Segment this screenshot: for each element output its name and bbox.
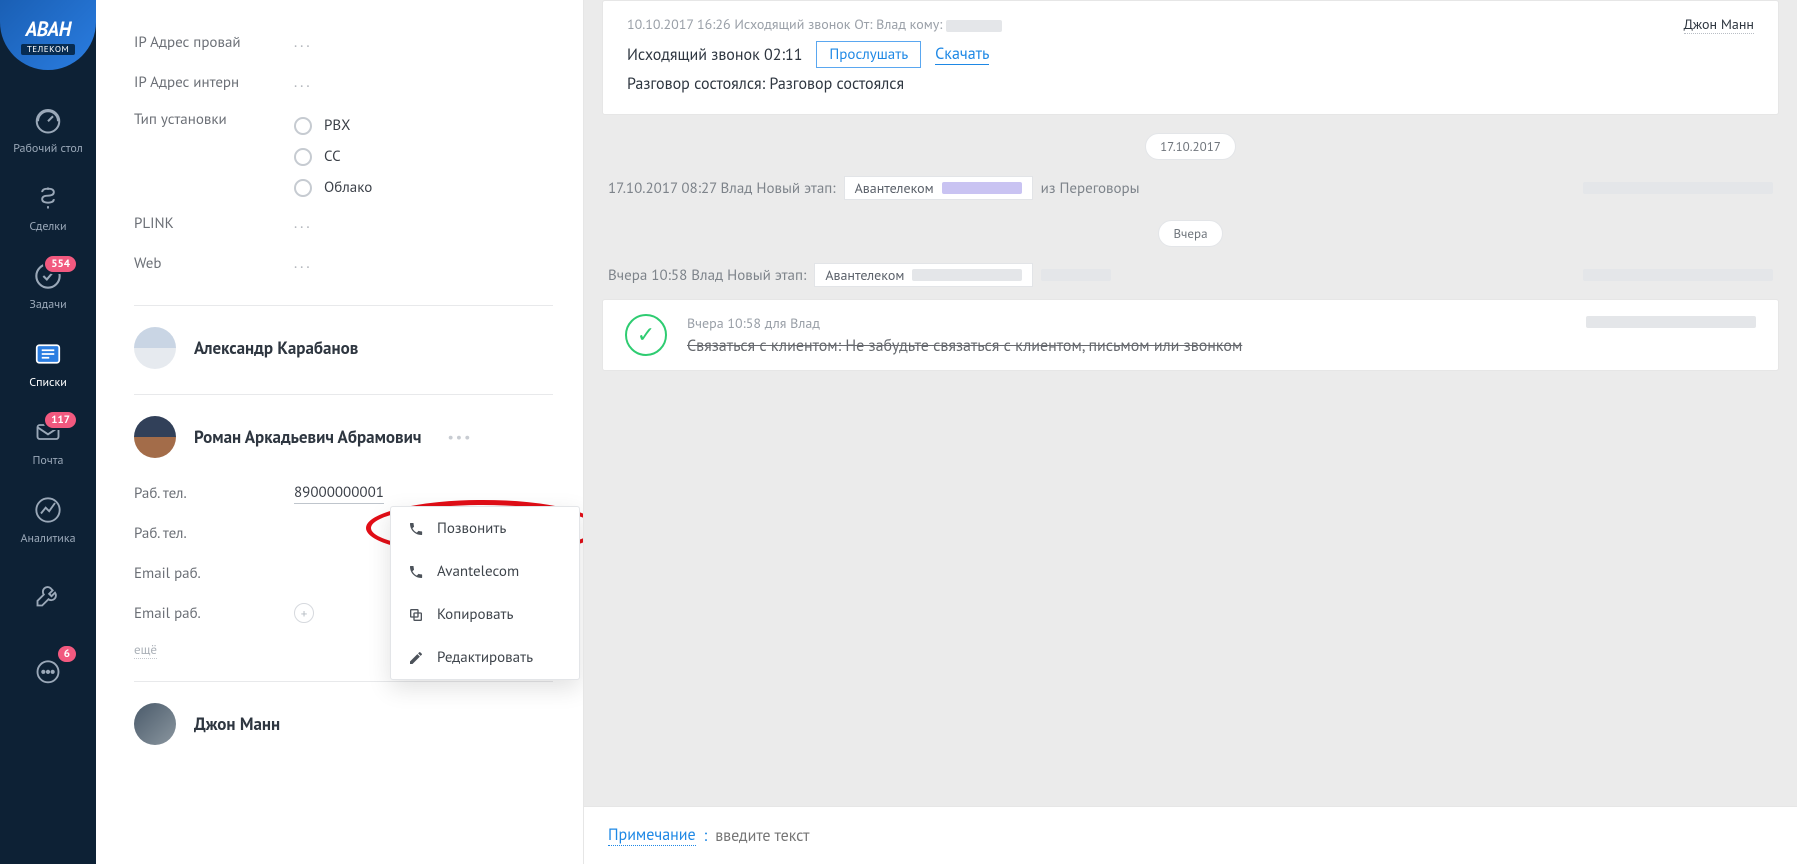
tasks-badge: 554	[43, 254, 78, 274]
sidebar: АВАН ТЕЛЕКОМ Рабочий стол Сделки 554 Зад…	[0, 0, 96, 864]
nav-tasks[interactable]: 554 Задачи	[0, 246, 96, 324]
avatar	[134, 416, 176, 458]
logo: АВАН ТЕЛЕКОМ	[0, 0, 96, 70]
logo-title: АВАН	[25, 16, 70, 42]
task-complete-icon[interactable]: ✓	[625, 314, 667, 356]
event-meta: 10.10.2017 16:26 Исходящий звонок От: Вл…	[627, 15, 1754, 33]
divider	[134, 681, 553, 682]
contact-row-3[interactable]: Джон Манн	[134, 700, 553, 748]
wrench-icon	[30, 577, 66, 613]
nav-lists[interactable]: Списки	[0, 324, 96, 402]
menu-edit[interactable]: Редактировать	[391, 636, 579, 679]
details-panel: IP Адрес провай ... IP Адрес интерн ... …	[96, 0, 584, 864]
add-email-button[interactable]: +	[294, 603, 314, 623]
divider	[134, 394, 553, 395]
pencil-icon	[407, 649, 425, 667]
redacted-text	[946, 20, 1002, 32]
stage-change-2: Вчера 10:58 Влад Новый этап: Авантелеком	[602, 261, 1779, 289]
nav-chat[interactable]: 6	[0, 636, 96, 714]
list-icon	[30, 336, 66, 372]
redacted-text	[1041, 269, 1111, 281]
redacted-text	[1583, 182, 1773, 194]
timeline[interactable]: Джон Манн 10.10.2017 16:26 Исходящий зво…	[584, 0, 1797, 806]
mail-badge: 117	[43, 410, 78, 430]
date-separator: 17.10.2017	[602, 133, 1779, 160]
radio-icon	[294, 117, 312, 135]
task-meta: Вчера 10:58 для Влад	[687, 314, 1566, 332]
logo-subtitle: ТЕЛЕКОМ	[21, 44, 75, 55]
task-card: ✓ Вчера 10:58 для Влад Связаться с клиен…	[602, 299, 1779, 371]
nav-mail[interactable]: 117 Почта	[0, 402, 96, 480]
nav-analytics[interactable]: Аналитика	[0, 480, 96, 558]
event-author-link[interactable]: Джон Манн	[1684, 15, 1754, 34]
chat-badge: 6	[56, 644, 78, 664]
install-type-group: PBX CC Облако	[294, 110, 372, 203]
menu-call[interactable]: Позвонить	[391, 507, 579, 550]
stage-box[interactable]: Авантелеком	[814, 263, 1033, 287]
timeline-panel: Джон Манн 10.10.2017 16:26 Исходящий зво…	[584, 0, 1797, 864]
more-actions-icon[interactable]: •••	[447, 428, 472, 446]
phone-icon	[407, 563, 425, 581]
task-body: Вчера 10:58 для Влад Связаться с клиенто…	[687, 314, 1566, 356]
note-type-link[interactable]: Примечание	[608, 825, 696, 846]
menu-copy[interactable]: Копировать	[391, 593, 579, 636]
field-plink: PLINK ...	[134, 203, 553, 243]
money-icon	[30, 180, 66, 216]
redacted-text	[942, 182, 1022, 194]
date-separator: Вчера	[602, 220, 1779, 247]
redacted-text	[1586, 316, 1756, 328]
event-line: Исходящий звонок 02:11 Прослушать Скачат…	[627, 41, 1754, 68]
nav: Рабочий стол Сделки 554 Задачи Списки 11…	[0, 90, 96, 714]
nav-desk[interactable]: Рабочий стол	[0, 90, 96, 168]
show-more-link[interactable]: ещё	[134, 641, 157, 659]
dashboard-icon	[30, 102, 66, 138]
note-input[interactable]	[715, 826, 1773, 846]
analytics-icon	[30, 492, 66, 528]
redacted-text	[1583, 269, 1773, 281]
call-event-card: Джон Манн 10.10.2017 16:26 Исходящий зво…	[602, 0, 1779, 115]
menu-avantelecom[interactable]: Avantelecom	[391, 550, 579, 593]
redacted-text	[912, 269, 1022, 281]
divider	[134, 305, 553, 306]
copy-icon	[407, 606, 425, 624]
avatar	[134, 327, 176, 369]
download-link[interactable]: Скачать	[935, 44, 989, 65]
field-ip-internal: IP Адрес интерн ...	[134, 62, 553, 102]
phone-icon	[407, 520, 425, 538]
note-bar: Примечание:	[584, 806, 1797, 864]
field-web: Web ...	[134, 243, 553, 283]
stage-change-1: 17.10.2017 08:27 Влад Новый этап: Аванте…	[602, 174, 1779, 202]
phone-number[interactable]: 89000000001	[294, 483, 384, 504]
date-chip: Вчера	[1158, 220, 1222, 247]
contact-row-1[interactable]: Александр Карабанов	[134, 324, 553, 372]
radio-cloud[interactable]: Облако	[294, 178, 372, 197]
radio-pbx[interactable]: PBX	[294, 116, 372, 135]
event-line: Разговор состоялся: Разговор состоялся	[627, 74, 1754, 94]
radio-cc[interactable]: CC	[294, 147, 372, 166]
task-text: Связаться с клиентом: Не забудьте связат…	[687, 336, 1566, 356]
field-ip-provider: IP Адрес провай ...	[134, 22, 553, 62]
date-chip: 17.10.2017	[1145, 133, 1236, 160]
stage-box[interactable]: Авантелеком	[844, 176, 1033, 200]
nav-deals[interactable]: Сделки	[0, 168, 96, 246]
contact-row-2[interactable]: Роман Аркадьевич Абрамович •••	[134, 413, 553, 461]
avatar	[134, 703, 176, 745]
listen-button[interactable]: Прослушать	[816, 41, 921, 68]
field-install-type: Тип установки PBX CC Облако	[134, 102, 553, 203]
radio-icon	[294, 179, 312, 197]
nav-settings[interactable]	[0, 558, 96, 636]
phone-context-menu: Позвонить Avantelecom Копировать Редакти…	[390, 506, 580, 680]
radio-icon	[294, 148, 312, 166]
